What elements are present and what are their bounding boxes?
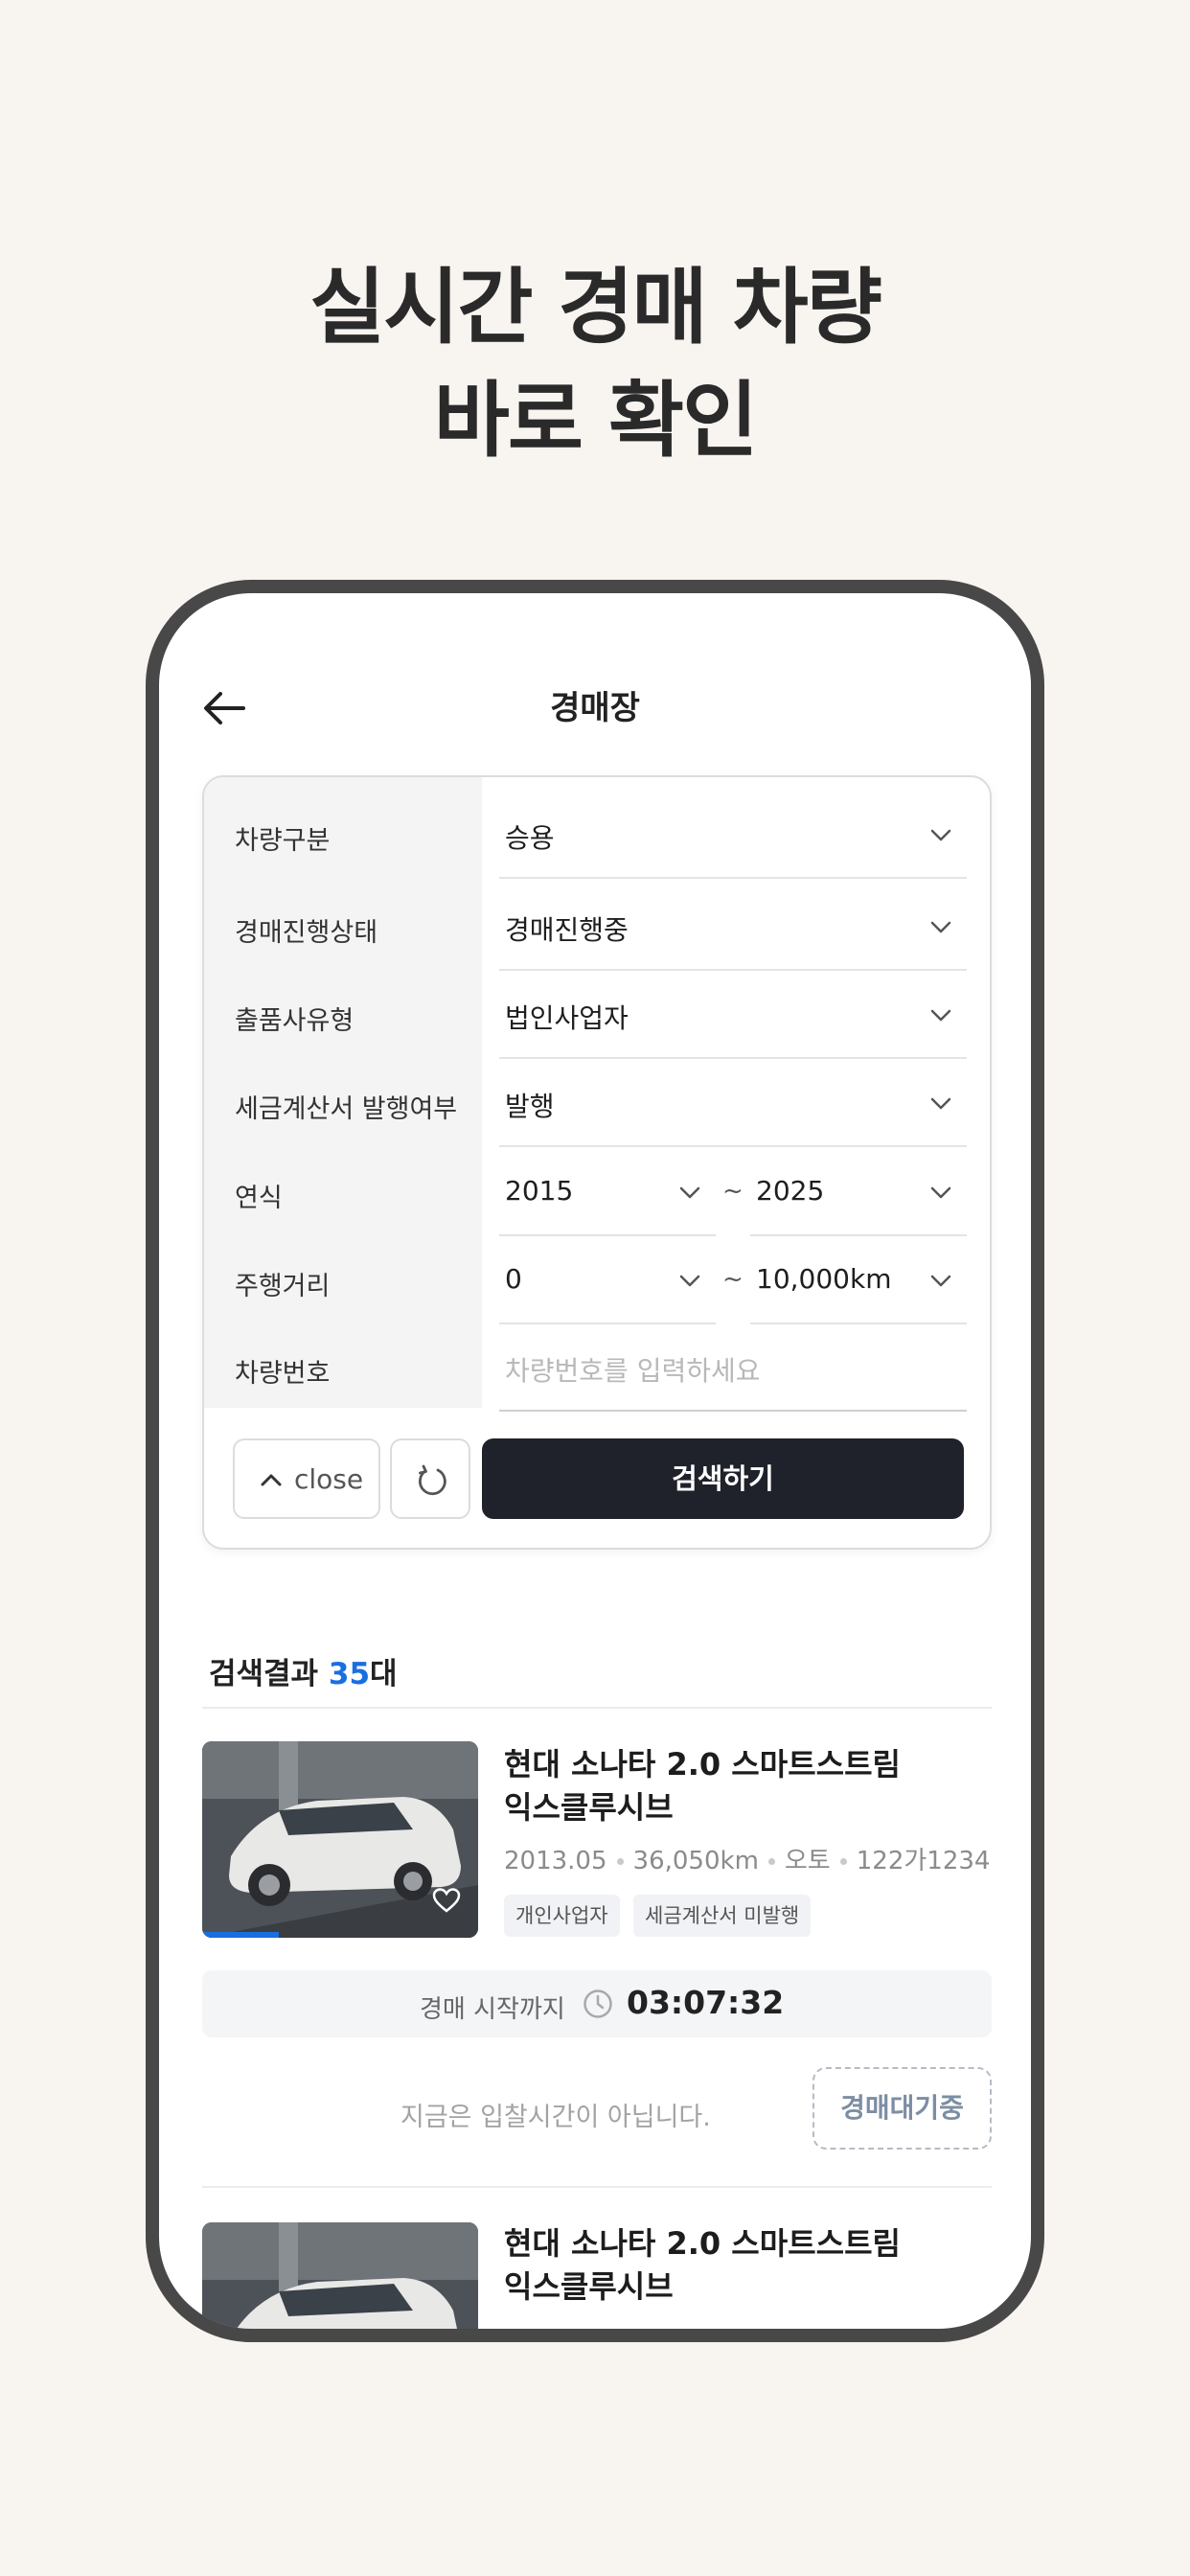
search-button[interactable]: 검색하기 — [482, 1438, 964, 1519]
auction-timer-bar: 경매 시작까지 03:07:32 — [202, 1970, 992, 2037]
chevron-down-icon — [930, 1009, 951, 1022]
seller-type-select[interactable]: 법인사업자 — [499, 971, 967, 1059]
filter-row-seller-type: 출품사유형 법인사업자 — [204, 971, 990, 1059]
select-value: 법인사업자 — [505, 1002, 629, 1034]
chevron-down-icon — [930, 829, 951, 841]
clock-icon — [584, 1990, 612, 2018]
vehicle-type-select[interactable]: 승용 — [499, 791, 967, 879]
mileage-to-select[interactable]: 10,000km — [750, 1236, 967, 1324]
car-title[interactable]: 현대 소나타 2.0 스마트스트림 익스클루시브 — [504, 2222, 926, 2309]
car-title-line-2: 익스클루시브 — [504, 1789, 674, 1826]
divider — [202, 2186, 992, 2188]
select-value: 2025 — [756, 1175, 825, 1207]
select-value: 10,000km — [756, 1263, 892, 1295]
search-filter-panel: 차량구분 승용 경매진행상태 경매진행중 출품사유형 법인사업자 세금계산서 발… — [202, 775, 992, 1550]
select-value: 승용 — [505, 822, 555, 854]
chevron-down-icon — [930, 1097, 951, 1110]
phone-screen: 경매장 차량구분 승용 경매진행상태 경매진행중 출품사유형 법인사업자 세금계… — [159, 593, 1031, 2329]
tag-seller-type: 개인사업자 — [504, 1895, 620, 1937]
meta-dot — [616, 1858, 624, 1865]
reset-filter-button[interactable] — [390, 1438, 470, 1519]
car-photo — [202, 2222, 478, 2329]
close-label: close — [294, 1463, 364, 1495]
timer-value: 03:07:32 — [627, 1984, 785, 2021]
range-separator: ~ — [722, 1177, 744, 1206]
filter-row-auction-status: 경매진행상태 경매진행중 — [204, 883, 990, 971]
car-meta: 2013.05 36,050km 오토 122가1234 — [504, 1841, 990, 1876]
filter-row-mileage: 주행거리 0 ~ 10,000km — [204, 1236, 990, 1324]
timer-label: 경매 시작까지 — [420, 1995, 565, 2024]
meta-dot — [839, 1858, 847, 1865]
car-title-line-2: 익스클루시브 — [504, 2268, 674, 2305]
car-title-line-1: 현대 소나타 2.0 스마트스트림 — [504, 2225, 901, 2262]
chevron-down-icon — [930, 921, 951, 933]
auction-status-select[interactable]: 경매진행중 — [499, 883, 967, 971]
select-value: 경매진행중 — [505, 914, 629, 946]
filter-label: 출품사유형 — [235, 1006, 355, 1036]
promo-line-1: 실시간 경매 차량 — [309, 260, 882, 356]
meta-dot — [767, 1858, 775, 1865]
car-title[interactable]: 현대 소나타 2.0 스마트스트림 익스클루시브 — [504, 1743, 926, 1829]
year-from-select[interactable]: 2015 — [499, 1148, 716, 1236]
page-title: 경매장 — [550, 689, 640, 727]
filter-label: 차량번호 — [235, 1359, 331, 1389]
plate-placeholder: 차량번호를 입력하세요 — [505, 1355, 761, 1387]
promo-headline: 실시간 경매 차량 바로 확인 — [0, 251, 1190, 477]
chevron-down-icon — [930, 1186, 951, 1199]
car-mileage: 36,050km — [632, 1847, 759, 1875]
car-thumbnail[interactable] — [202, 1741, 478, 1938]
filter-label: 연식 — [235, 1184, 283, 1213]
plate-number-input[interactable]: 차량번호를 입력하세요 — [499, 1323, 967, 1412]
phone-frame: 경매장 차량구분 승용 경매진행상태 경매진행중 출품사유형 법인사업자 세금계… — [146, 580, 1044, 2342]
chevron-down-icon — [679, 1186, 700, 1199]
filter-label: 주행거리 — [235, 1272, 331, 1301]
filter-label: 세금계산서 발행여부 — [235, 1094, 458, 1124]
select-value: 0 — [505, 1263, 522, 1295]
promo-line-2: 바로 확인 — [433, 373, 758, 469]
chevron-down-icon — [930, 1275, 951, 1287]
car-title-line-1: 현대 소나타 2.0 스마트스트림 — [504, 1746, 901, 1782]
filter-label: 차량구분 — [235, 826, 331, 856]
result-prefix: 검색결과 — [209, 1657, 329, 1691]
heart-icon[interactable] — [432, 1887, 461, 1914]
filter-row-year: 연식 2015 ~ 2025 — [204, 1148, 990, 1236]
chevron-down-icon — [679, 1275, 700, 1287]
divider — [202, 1707, 992, 1709]
car-transmission: 오토 — [784, 1847, 831, 1875]
refresh-icon — [418, 1464, 446, 1496]
close-filter-button[interactable]: close — [233, 1438, 380, 1519]
car-year: 2013.05 — [504, 1847, 607, 1875]
result-suffix: 대 — [370, 1657, 398, 1691]
filter-label: 경매진행상태 — [235, 918, 378, 948]
tax-invoice-select[interactable]: 발행 — [499, 1059, 967, 1147]
bid-notice: 지금은 입찰시간이 아닙니다. — [400, 2103, 711, 2132]
car-thumbnail[interactable] — [202, 2222, 478, 2329]
chevron-up-icon — [261, 1474, 282, 1486]
range-separator: ~ — [722, 1265, 744, 1294]
year-to-select[interactable]: 2025 — [750, 1148, 967, 1236]
result-count-header: 검색결과 35대 — [209, 1649, 398, 1692]
mileage-from-select[interactable]: 0 — [499, 1236, 716, 1324]
tag-tax-invoice: 세금계산서 미발행 — [633, 1895, 812, 1937]
auction-waiting-button[interactable]: 경매대기중 — [812, 2067, 992, 2150]
filter-row-vehicle-type: 차량구분 승용 — [204, 791, 990, 879]
select-value: 발행 — [505, 1091, 555, 1122]
select-value: 2015 — [505, 1175, 574, 1207]
app-bar: 경매장 — [159, 670, 1031, 747]
filter-row-plate: 차량번호 차량번호를 입력하세요 — [204, 1323, 990, 1412]
filter-row-tax-invoice: 세금계산서 발행여부 발행 — [204, 1059, 990, 1147]
car-plate: 122가1234 — [856, 1847, 991, 1875]
result-count: 35 — [328, 1657, 371, 1691]
